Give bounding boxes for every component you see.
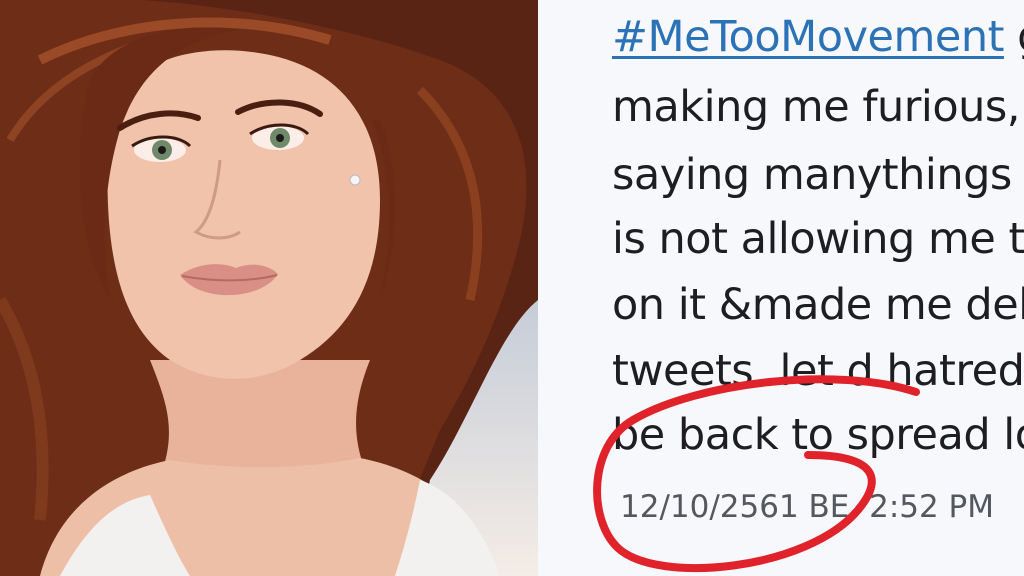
tweet-line-4: is not allowing me to [612,214,1024,264]
tweet-screenshot: #MeTooMovement g making me furious,I’r s… [538,0,1024,576]
tweet-line-2: making me furious,I’r [612,82,1024,132]
hashtag-link[interactable]: #MeTooMovement [612,12,1004,62]
tweet-line-3: saying manythings b [612,150,1024,200]
tweet-line-1-rest: g [1004,12,1024,62]
portrait-illustration [0,0,538,576]
tweet-line-7: be back to spread lov [612,410,1024,460]
tweet-line-6: tweets..let d hatred g [612,346,1024,396]
tweet-line-1: #MeTooMovement g [612,16,1024,59]
tweet-line-5: on it &made me delet [612,280,1024,330]
tweet-timestamp[interactable]: 12/10/2561 BE, 2:52 PM [620,492,994,523]
portrait-photo [0,0,538,576]
